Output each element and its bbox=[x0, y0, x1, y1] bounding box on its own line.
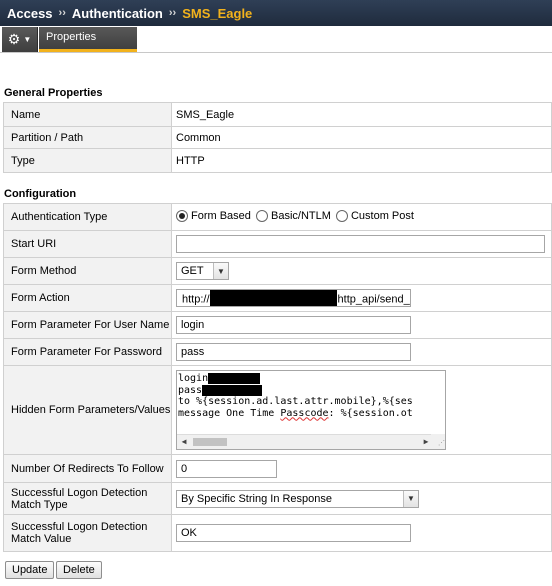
redacted-block bbox=[209, 290, 337, 306]
tab-strip: ⚙ ▼ Properties bbox=[0, 26, 552, 53]
start-uri-input[interactable] bbox=[176, 235, 545, 253]
horizontal-scrollbar[interactable]: ◀ ▶ bbox=[177, 434, 433, 449]
gear-menu-button[interactable]: ⚙ ▼ bbox=[2, 27, 38, 52]
chevron-down-icon: ▼ bbox=[213, 263, 228, 279]
hidden-params-label: Hidden Form Parameters/Values bbox=[3, 365, 172, 455]
redacted-block bbox=[202, 384, 263, 396]
radio-empty-icon bbox=[335, 209, 348, 222]
name-value: SMS_Eagle bbox=[171, 102, 552, 127]
section-configuration-heading: Configuration bbox=[4, 188, 77, 200]
form-action-input[interactable]: http://http_api/send_s bbox=[176, 289, 411, 307]
redacted-block bbox=[208, 373, 261, 384]
radio-basic-ntlm[interactable]: Basic/NTLM bbox=[255, 209, 331, 222]
section-general-heading: General Properties bbox=[4, 87, 103, 99]
configuration-table: Authentication Type Form Based Basic/NTL… bbox=[3, 203, 552, 552]
gear-icon: ⚙ bbox=[7, 31, 21, 47]
redirects-label: Number Of Redirects To Follow bbox=[3, 454, 172, 483]
delete-button[interactable]: Delete bbox=[56, 561, 102, 579]
match-type-label: Successful Logon Detection Match Type bbox=[3, 482, 172, 515]
type-label: Type bbox=[3, 148, 172, 173]
auth-type-radios: Form Based Basic/NTLM Custom Post bbox=[171, 203, 552, 231]
tab-properties[interactable]: Properties bbox=[39, 27, 137, 52]
type-value: HTTP bbox=[171, 148, 552, 173]
match-value-label: Successful Logon Detection Match Value bbox=[3, 514, 172, 552]
start-uri-label: Start URI bbox=[3, 230, 172, 258]
breadcrumb-current: SMS_Eagle bbox=[182, 5, 253, 21]
breadcrumb-authentication[interactable]: Authentication bbox=[72, 6, 163, 21]
redirects-input[interactable]: 0 bbox=[176, 459, 277, 478]
general-properties-table: Name SMS_Eagle Partition / Path Common T… bbox=[3, 102, 552, 173]
name-label: Name bbox=[3, 102, 172, 127]
caret-down-icon: ▼ bbox=[23, 35, 32, 44]
update-button[interactable]: Update bbox=[5, 561, 55, 579]
match-type-value: By Specific String In Response bbox=[181, 492, 333, 505]
param-pass-input[interactable]: pass bbox=[176, 343, 411, 361]
scroll-left-icon[interactable]: ◀ bbox=[177, 435, 191, 449]
form-method-value: GET bbox=[181, 265, 204, 277]
scrollbar-thumb[interactable] bbox=[193, 438, 227, 446]
radio-form-based[interactable]: Form Based bbox=[176, 209, 251, 222]
partition-label: Partition / Path bbox=[3, 126, 172, 149]
chevron-down-icon: ▼ bbox=[403, 490, 418, 507]
breadcrumb-access[interactable]: Access bbox=[7, 6, 53, 21]
form-method-select[interactable]: GET ▼ bbox=[176, 262, 229, 280]
match-value-input[interactable]: OK bbox=[176, 524, 411, 542]
form-action-label: Form Action bbox=[3, 284, 172, 312]
hidden-params-textarea[interactable]: login pass to %{session.ad.last.attr.mob… bbox=[176, 370, 446, 450]
param-user-label: Form Parameter For User Name bbox=[3, 311, 172, 339]
partition-value: Common bbox=[171, 126, 552, 149]
radio-selected-icon bbox=[176, 209, 188, 222]
resize-grip-icon[interactable]: ⋰ bbox=[431, 434, 445, 449]
breadcrumb: Access ›› Authentication ›› SMS_Eagle bbox=[0, 0, 552, 26]
form-method-label: Form Method bbox=[3, 257, 172, 285]
auth-type-label: Authentication Type bbox=[3, 203, 172, 231]
breadcrumb-separator: ›› bbox=[58, 7, 66, 19]
param-pass-label: Form Parameter For Password bbox=[3, 338, 172, 366]
hidden-params-content: login pass to %{session.ad.last.attr.mob… bbox=[178, 373, 413, 419]
radio-custom-post[interactable]: Custom Post bbox=[335, 209, 414, 222]
breadcrumb-separator: ›› bbox=[168, 7, 177, 19]
radio-empty-icon bbox=[255, 209, 268, 222]
match-type-select[interactable]: By Specific String In Response ▼ bbox=[176, 489, 419, 508]
param-user-input[interactable]: login bbox=[176, 316, 411, 334]
